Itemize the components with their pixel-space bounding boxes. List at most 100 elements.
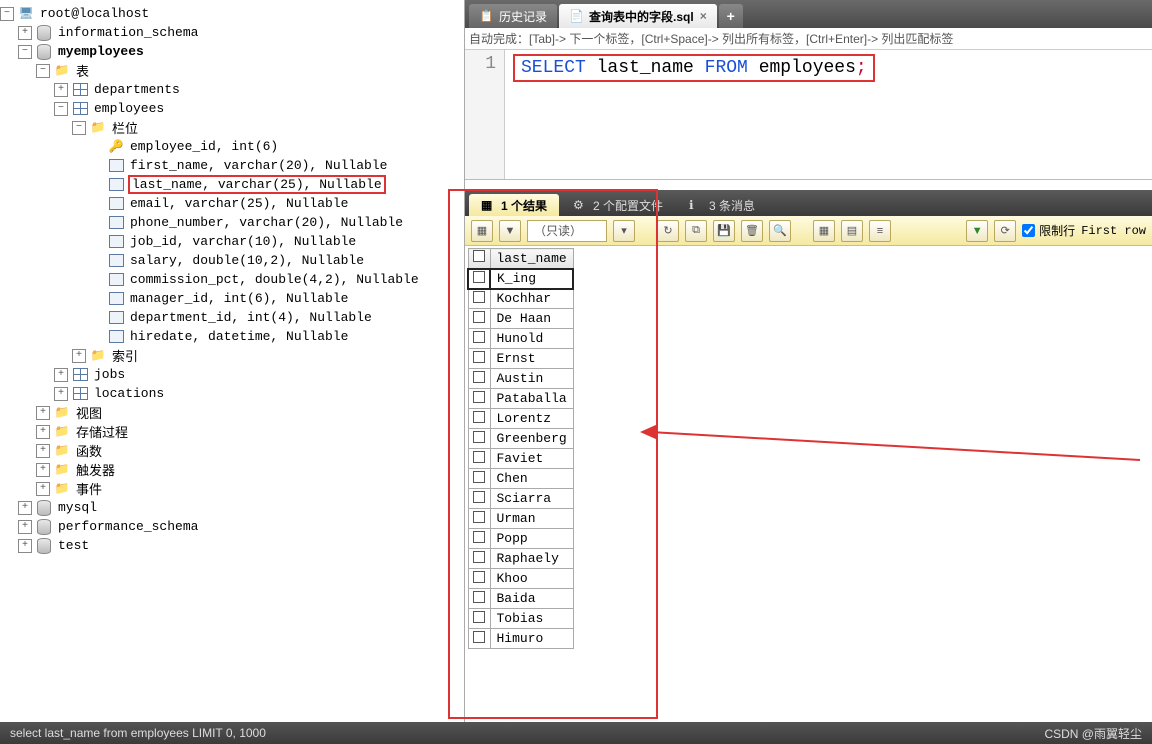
row-checkbox[interactable] <box>468 309 490 329</box>
tab-results[interactable]: ▦1 个结果 <box>469 194 559 216</box>
tables-folder[interactable]: 表 <box>74 61 89 80</box>
expand-icon[interactable]: + <box>18 26 32 40</box>
cell-value[interactable]: Raphaely <box>490 549 573 569</box>
row-checkbox[interactable] <box>468 409 490 429</box>
tab-messages[interactable]: ℹ3 条消息 <box>677 194 767 216</box>
expand-icon[interactable]: + <box>54 368 68 382</box>
folder-node[interactable]: 函数 <box>74 441 102 460</box>
cell-value[interactable]: De Haan <box>490 309 573 329</box>
table-row[interactable]: Ernst <box>468 349 573 369</box>
cell-value[interactable]: Pataballa <box>490 389 573 409</box>
column-node[interactable]: department_id, int(4), Nullable <box>128 310 372 325</box>
expand-icon[interactable]: + <box>54 387 68 401</box>
cell-value[interactable]: Tobias <box>490 609 573 629</box>
column-node[interactable]: commission_pct, double(4,2), Nullable <box>128 272 419 287</box>
row-checkbox[interactable] <box>468 289 490 309</box>
table-row[interactable]: Chen <box>468 469 573 489</box>
cell-value[interactable]: Popp <box>490 529 573 549</box>
refresh-button[interactable]: ↻ <box>657 220 679 242</box>
column-node[interactable]: manager_id, int(6), Nullable <box>128 291 348 306</box>
expand-icon[interactable]: + <box>36 463 50 477</box>
row-checkbox[interactable] <box>468 509 490 529</box>
column-node[interactable]: hiredate, datetime, Nullable <box>128 329 348 344</box>
sort-button[interactable]: ⟳ <box>994 220 1016 242</box>
cell-value[interactable]: Hunold <box>490 329 573 349</box>
table-row[interactable]: Tobias <box>468 609 573 629</box>
cell-value[interactable]: Sciarra <box>490 489 573 509</box>
table-row[interactable]: Austin <box>468 369 573 389</box>
collapse-icon[interactable]: − <box>36 64 50 78</box>
index-folder[interactable]: 索引 <box>110 346 138 365</box>
cell-value[interactable]: Chen <box>490 469 573 489</box>
collapse-icon[interactable]: − <box>54 102 68 116</box>
delete-button[interactable]: 🗑 <box>741 220 763 242</box>
table-row[interactable]: Himuro <box>468 629 573 649</box>
view-grid-button[interactable]: ▦ <box>813 220 835 242</box>
checkbox-header[interactable] <box>468 249 490 269</box>
folder-node[interactable]: 存储过程 <box>74 422 128 441</box>
tab-profiles[interactable]: ⚙2 个配置文件 <box>561 194 675 216</box>
column-node[interactable]: email, varchar(25), Nullable <box>128 196 348 211</box>
table-row[interactable]: Lorentz <box>468 409 573 429</box>
row-checkbox[interactable] <box>468 369 490 389</box>
cell-value[interactable]: Ernst <box>490 349 573 369</box>
db-node[interactable]: performance_schema <box>56 519 198 534</box>
limit-rows-checkbox[interactable]: 限制行 <box>1022 222 1075 239</box>
row-checkbox[interactable] <box>468 269 490 289</box>
expand-icon[interactable]: + <box>36 444 50 458</box>
row-checkbox[interactable] <box>468 589 490 609</box>
filter-button[interactable]: ▼ <box>966 220 988 242</box>
folder-node[interactable]: 触发器 <box>74 460 115 479</box>
row-checkbox[interactable] <box>468 529 490 549</box>
dropdown-button[interactable]: ▾ <box>613 220 635 242</box>
db-node-myemployees[interactable]: myemployees <box>56 44 144 59</box>
table-row[interactable]: Raphaely <box>468 549 573 569</box>
find-button[interactable]: 🔍 <box>769 220 791 242</box>
table-node[interactable]: departments <box>92 82 180 97</box>
cell-value[interactable]: Baida <box>490 589 573 609</box>
table-row[interactable]: Popp <box>468 529 573 549</box>
folder-node[interactable]: 视图 <box>74 403 102 422</box>
table-row[interactable]: Pataballa <box>468 389 573 409</box>
db-node[interactable]: test <box>56 538 89 553</box>
table-row[interactable]: De Haan <box>468 309 573 329</box>
tab-query[interactable]: 📄查询表中的字段.sql× <box>559 4 717 28</box>
copy-button[interactable]: ⧉ <box>685 220 707 242</box>
expand-icon[interactable]: + <box>36 425 50 439</box>
expand-icon[interactable]: + <box>18 520 32 534</box>
column-node[interactable]: phone_number, varchar(20), Nullable <box>128 215 403 230</box>
table-row[interactable]: Sciarra <box>468 489 573 509</box>
sql-editor[interactable]: 1 SELECT last_name FROM employees; <box>465 50 1152 180</box>
results-grid[interactable]: last_name K_ingKochharDe HaanHunoldErnst… <box>467 248 574 649</box>
collapse-icon[interactable]: − <box>0 7 14 21</box>
cell-value[interactable]: Greenberg <box>490 429 573 449</box>
column-header[interactable]: last_name <box>490 249 573 269</box>
readonly-indicator[interactable] <box>527 220 607 242</box>
column-node[interactable]: first_name, varchar(20), Nullable <box>128 158 387 173</box>
table-row[interactable]: Baida <box>468 589 573 609</box>
expand-icon[interactable]: + <box>18 501 32 515</box>
view-text-button[interactable]: ≡ <box>869 220 891 242</box>
column-node[interactable]: job_id, varchar(10), Nullable <box>128 234 356 249</box>
table-node[interactable]: locations <box>92 386 164 401</box>
export-button[interactable]: ▼ <box>499 220 521 242</box>
expand-icon[interactable]: + <box>36 482 50 496</box>
expand-icon[interactable]: + <box>36 406 50 420</box>
grid-view-button[interactable]: ▦ <box>471 220 493 242</box>
row-checkbox[interactable] <box>468 609 490 629</box>
row-checkbox[interactable] <box>468 389 490 409</box>
folder-node[interactable]: 事件 <box>74 479 102 498</box>
db-node[interactable]: mysql <box>56 500 97 515</box>
row-checkbox[interactable] <box>468 469 490 489</box>
expand-icon[interactable]: + <box>72 349 86 363</box>
object-tree[interactable]: −🖥root@localhost +information_schema −my… <box>0 0 465 744</box>
table-row[interactable]: Greenberg <box>468 429 573 449</box>
db-node[interactable]: information_schema <box>56 25 198 40</box>
tab-history[interactable]: 📋历史记录 <box>469 4 557 28</box>
cell-value[interactable]: Khoo <box>490 569 573 589</box>
cell-value[interactable]: K_ing <box>490 269 573 289</box>
row-checkbox[interactable] <box>468 629 490 649</box>
cell-value[interactable]: Kochhar <box>490 289 573 309</box>
server-node[interactable]: root@localhost <box>38 6 149 21</box>
row-checkbox[interactable] <box>468 349 490 369</box>
